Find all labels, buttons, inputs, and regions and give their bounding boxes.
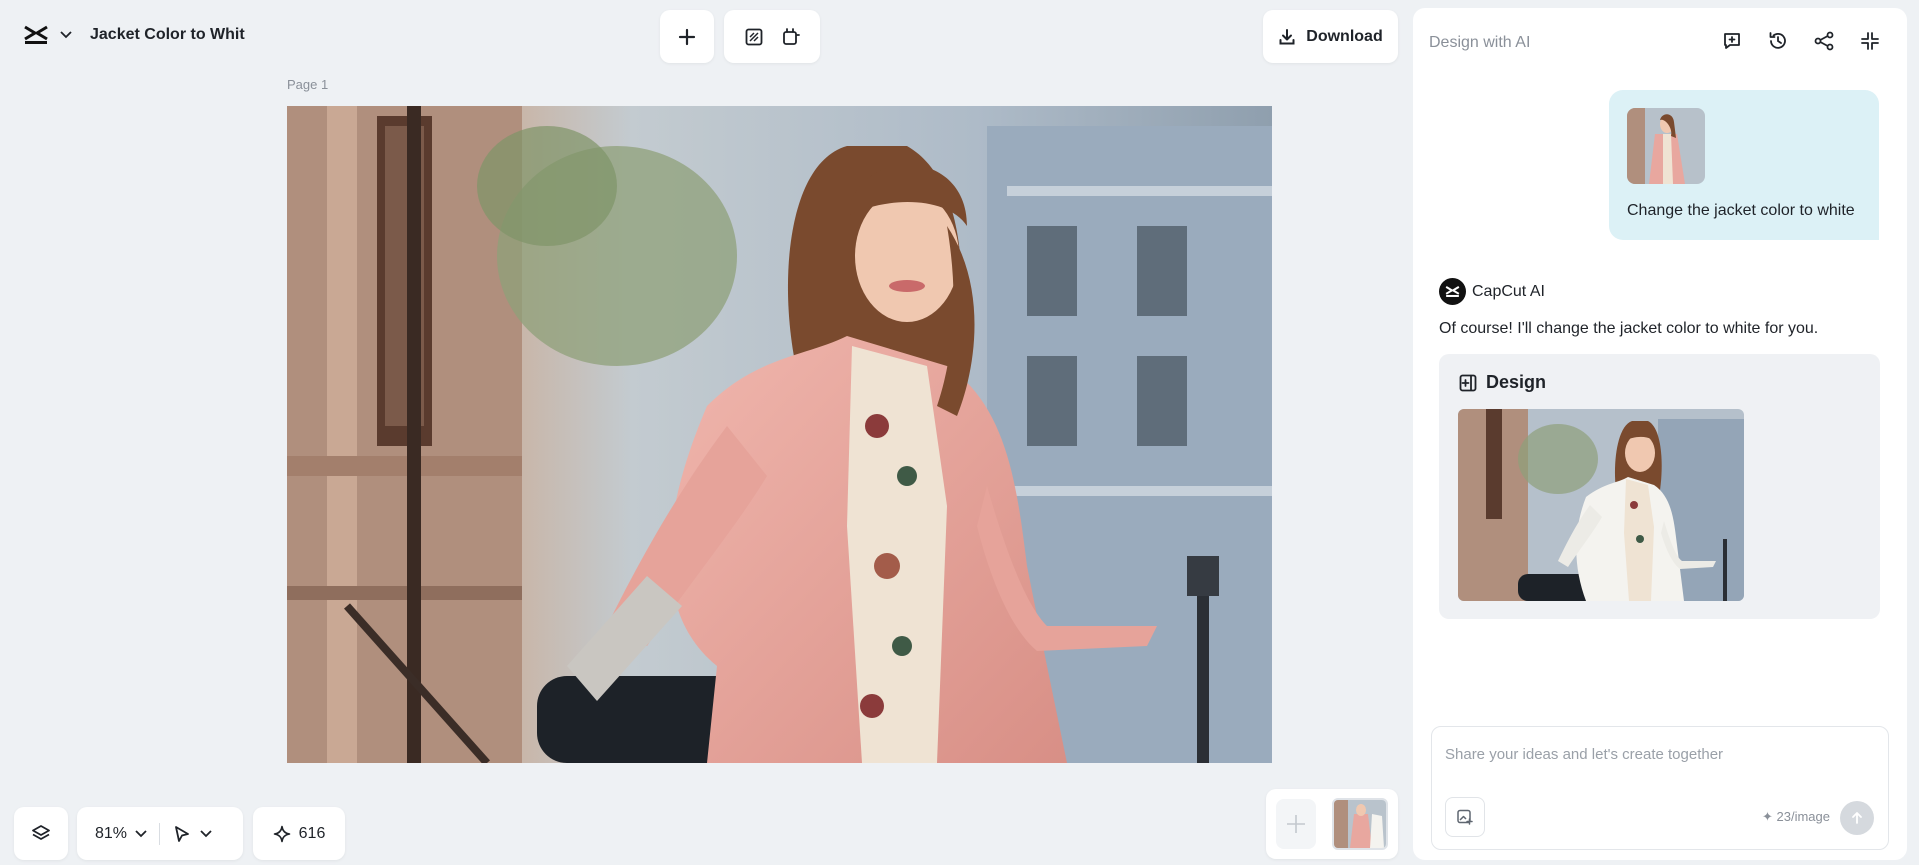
- layers-button[interactable]: [14, 807, 68, 860]
- crop-page-button[interactable]: [775, 22, 805, 52]
- user-message-bubble: Change the jacket color to white: [1609, 90, 1879, 240]
- woman-in-white-coat-image: [1458, 409, 1744, 601]
- share-button[interactable]: [1809, 26, 1839, 56]
- assistant-name: CapCut AI: [1472, 282, 1545, 300]
- arrow-up-icon: [1852, 812, 1862, 824]
- collapse-panel-button[interactable]: [1855, 26, 1885, 56]
- pointer-tool-icon[interactable]: [172, 824, 192, 844]
- design-card-header: Design: [1458, 372, 1546, 393]
- credits-count: 616: [298, 824, 326, 842]
- capcut-ai-avatar-icon: [1439, 278, 1466, 305]
- new-chat-icon: [1724, 33, 1740, 49]
- share-icon: [1814, 31, 1834, 51]
- canvas-tools: [724, 10, 820, 63]
- divider: [159, 822, 161, 845]
- credits-badge[interactable]: 616: [253, 807, 345, 860]
- download-button[interactable]: Download: [1263, 10, 1398, 63]
- zoom-level[interactable]: 81%: [95, 825, 127, 843]
- panel-title: Design with AI: [1429, 34, 1531, 51]
- page-label: Page 1: [287, 77, 329, 92]
- user-message-text: Change the jacket color to white: [1627, 202, 1855, 219]
- plus-icon: [1287, 815, 1305, 833]
- history-button[interactable]: [1763, 26, 1793, 56]
- download-icon: [1279, 28, 1295, 44]
- menu-chevron-down-icon[interactable]: [56, 25, 76, 45]
- download-label: Download: [1306, 27, 1383, 45]
- user-attached-image[interactable]: [1627, 108, 1705, 184]
- page-thumbnail[interactable]: [1332, 798, 1388, 850]
- send-button[interactable]: [1840, 801, 1874, 835]
- layers-icon: [32, 824, 50, 840]
- add-page-button[interactable]: [1276, 799, 1316, 849]
- collapse-icon: [1861, 32, 1879, 50]
- pages-strip: [1266, 789, 1398, 859]
- upload-image-button[interactable]: [1445, 797, 1485, 837]
- design-card-label: Design: [1486, 372, 1547, 392]
- add-element-button[interactable]: [660, 10, 714, 63]
- history-icon: [1769, 32, 1786, 49]
- assistant-header: CapCut AI: [1439, 278, 1545, 305]
- design-canvas[interactable]: [287, 106, 1272, 763]
- design-file-icon: [1459, 374, 1477, 391]
- woman-in-pink-coat-image: [287, 106, 1272, 763]
- sparkle-icon: [273, 825, 290, 842]
- panel-actions: [1717, 26, 1885, 56]
- chat-input-box: ✦ 23/image: [1431, 726, 1889, 850]
- project-bar: Jacket Color to Whit: [10, 10, 258, 60]
- crop-page-icon: [782, 27, 800, 45]
- zoom-and-pointer-controls: 81%: [77, 807, 243, 860]
- project-title[interactable]: Jacket Color to Whit: [90, 26, 245, 44]
- resize-canvas-icon: [745, 28, 763, 45]
- cost-per-image: ✦ 23/image: [1762, 809, 1830, 824]
- image-upload-icon: [1457, 809, 1473, 825]
- chat-input[interactable]: [1445, 741, 1875, 767]
- capcut-logo-icon[interactable]: [20, 19, 52, 51]
- assistant-message-text: Of course! I'll change the jacket color …: [1439, 320, 1819, 337]
- ai-panel: Design with AI Change the jacket color t…: [1413, 8, 1907, 860]
- plus-icon: [678, 28, 696, 45]
- resize-canvas-button[interactable]: [739, 22, 769, 52]
- generated-design-image[interactable]: [1458, 409, 1744, 601]
- design-result-card: Design: [1439, 354, 1880, 619]
- pointer-chevron-down-icon[interactable]: [200, 829, 212, 838]
- zoom-chevron-down-icon[interactable]: [135, 829, 147, 838]
- new-chat-button[interactable]: [1717, 26, 1747, 56]
